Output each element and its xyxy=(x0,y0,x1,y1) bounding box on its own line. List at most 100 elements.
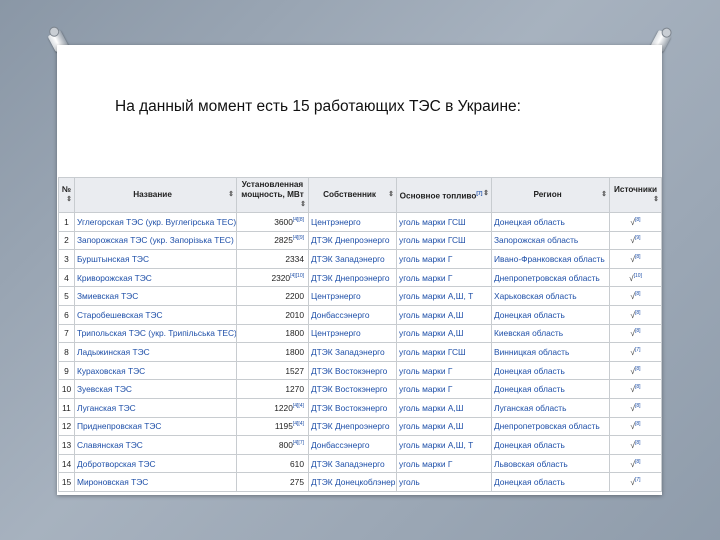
plant-name-link[interactable]: Криворожская ТЭС xyxy=(74,267,237,288)
owner-link[interactable]: ДТЭК Западэнерго xyxy=(308,249,397,269)
plant-name-link[interactable]: Добротворская ТЭС xyxy=(74,453,237,474)
reference-link[interactable]: [8] xyxy=(635,291,641,297)
reference-link[interactable]: [8] xyxy=(635,217,641,223)
region-link[interactable]: Запорожская область xyxy=(491,230,610,251)
reference-link[interactable]: [10] xyxy=(634,273,642,279)
owner-link[interactable]: Донбассэнерго xyxy=(308,435,397,455)
owner-link[interactable]: ДТЭК Донецкоблэнерго xyxy=(308,472,397,492)
table-header-row: № ⇕ Название ⇕ Установленная мощность, МВт… xyxy=(58,177,662,213)
owner-link[interactable]: ДТЭК Востокэнерго xyxy=(308,397,397,418)
region-link[interactable]: Донецкая область xyxy=(491,360,610,381)
plant-name-link[interactable]: Кураховская ТЭС xyxy=(74,360,237,381)
reference-link[interactable]: [4][4] xyxy=(293,422,304,428)
region-link[interactable]: Ивано-Франковская область xyxy=(491,249,610,269)
plant-name-link[interactable]: Мироновская ТЭС xyxy=(74,472,237,492)
reference-link[interactable]: [4][8] xyxy=(293,217,304,223)
fuel-link[interactable]: уголь марки ГСШ xyxy=(396,212,492,232)
reference-link[interactable]: [8] xyxy=(635,329,641,335)
plant-name-link[interactable]: Змиевская ТЭС xyxy=(74,286,237,306)
region-link[interactable]: Днепропетровская область xyxy=(491,267,610,288)
owner-link[interactable]: ДТЭК Западэнерго xyxy=(308,453,397,474)
column-header-number[interactable]: № ⇕ xyxy=(58,177,75,213)
fuel-link[interactable]: уголь марки А,Ш xyxy=(396,323,492,344)
region-link[interactable]: Донецкая область xyxy=(491,435,610,455)
plant-name-link[interactable]: Старобешевская ТЭС xyxy=(74,304,237,325)
plant-name-link[interactable]: Запорожская ТЭС (укр. Запорізька ТЕС) xyxy=(74,230,237,251)
table-row: 15 Мироновская ТЭС 275 ДТЭК Донецкоблэнерго… xyxy=(58,472,662,492)
fuel-link[interactable]: уголь марки А,Ш xyxy=(396,416,492,437)
plant-name-link[interactable]: Приднепровская ТЭС xyxy=(74,416,237,437)
reference-link[interactable]: [8] xyxy=(635,310,641,316)
reference-link[interactable]: [8] xyxy=(635,254,641,260)
table-row: 11 Луганская ТЭС 1220[4][4] ДТЭК Востокэнер… xyxy=(58,397,662,418)
column-header-region[interactable]: Регион ⇕ xyxy=(491,177,610,213)
reference-link[interactable]: [7] xyxy=(635,347,641,353)
fuel-link[interactable]: уголь марки Г xyxy=(396,267,492,288)
fuel-link[interactable]: уголь марки А,Ш, Т xyxy=(396,435,492,455)
column-header-name[interactable]: Название ⇕ xyxy=(74,177,237,213)
reference-link[interactable]: [8] xyxy=(635,422,641,428)
reference-link[interactable]: [8] xyxy=(635,384,641,390)
reference-link[interactable]: [8] xyxy=(635,366,641,372)
table-row: 1 Углегорская ТЭС (укр. Вуглегірська ТЕС)… xyxy=(58,212,662,232)
fuel-link[interactable]: уголь марки ГСШ xyxy=(396,230,492,251)
fuel-link[interactable]: уголь марки А,Ш xyxy=(396,397,492,418)
reference-link[interactable]: [7] xyxy=(635,477,641,483)
reference-link[interactable]: [9] xyxy=(635,236,641,242)
region-link[interactable]: Винницкая область xyxy=(491,342,610,362)
owner-link[interactable]: Центрэнерго xyxy=(308,323,397,344)
plant-name-link[interactable]: Углегорская ТЭС (укр. Вуглегірська ТЕС) xyxy=(74,212,237,232)
column-header-sources[interactable]: Источники ⇕ xyxy=(609,177,662,213)
row-number: 14 xyxy=(58,453,75,474)
capacity-cell: 2200 xyxy=(236,286,309,306)
region-link[interactable]: Донецкая область xyxy=(491,304,610,325)
owner-link[interactable]: ДТЭК Западэнерго xyxy=(308,342,397,362)
region-link[interactable]: Донецкая область xyxy=(491,212,610,232)
fuel-link[interactable]: уголь марки Г xyxy=(396,453,492,474)
owner-link[interactable]: ДТЭК Днепроэнерго xyxy=(308,230,397,251)
reference-link[interactable]: [4][9] xyxy=(293,236,304,242)
reference-link[interactable]: [4][10] xyxy=(290,273,304,279)
row-number: 15 xyxy=(58,472,75,492)
owner-link[interactable]: ДТЭК Востокэнерго xyxy=(308,360,397,381)
reference-link[interactable]: [4][7] xyxy=(293,440,304,446)
reference-link[interactable]: [8] xyxy=(635,459,641,465)
source-cell: √[8] xyxy=(609,249,662,269)
plant-name-link[interactable]: Зуевская ТЭС xyxy=(74,379,237,399)
fuel-link[interactable]: уголь марки А,Ш xyxy=(396,304,492,325)
fuel-link[interactable]: уголь марки ГСШ xyxy=(396,342,492,362)
plant-name-link[interactable]: Ладыжинская ТЭС xyxy=(74,342,237,362)
reference-link[interactable]: [8] xyxy=(635,403,641,409)
row-number: 1 xyxy=(58,212,75,232)
table-row: 3 Бурштынская ТЭС 2334 ДТЭК Западэнерго угол… xyxy=(58,249,662,269)
region-link[interactable]: Киевская область xyxy=(491,323,610,344)
region-link[interactable]: Днепропетровская область xyxy=(491,416,610,437)
reference-link[interactable]: [8] xyxy=(635,440,641,446)
capacity-cell: 275 xyxy=(236,472,309,492)
fuel-link[interactable]: уголь марки Г xyxy=(396,379,492,399)
source-cell: √[8] xyxy=(609,453,662,474)
owner-link[interactable]: ДТЭК Днепроэнерго xyxy=(308,416,397,437)
column-header-capacity[interactable]: Установленная мощность, МВт ⇕ xyxy=(236,177,309,213)
reference-link[interactable]: [4][4] xyxy=(293,403,304,409)
plant-name-link[interactable]: Бурштынская ТЭС xyxy=(74,249,237,269)
region-link[interactable]: Луганская область xyxy=(491,397,610,418)
region-link[interactable]: Донецкая область xyxy=(491,472,610,492)
region-link[interactable]: Харьковская область xyxy=(491,286,610,306)
fuel-link[interactable]: уголь марки Г xyxy=(396,249,492,269)
region-link[interactable]: Львовская область xyxy=(491,453,610,474)
owner-link[interactable]: Донбассэнерго xyxy=(308,304,397,325)
fuel-link[interactable]: уголь xyxy=(396,472,492,492)
owner-link[interactable]: ДТЭК Днепроэнерго xyxy=(308,267,397,288)
plant-name-link[interactable]: Славянская ТЭС xyxy=(74,435,237,455)
owner-link[interactable]: ДТЭК Востокэнерго xyxy=(308,379,397,399)
region-link[interactable]: Донецкая область xyxy=(491,379,610,399)
owner-link[interactable]: Центрэнерго xyxy=(308,286,397,306)
column-header-fuel[interactable]: Основное топливо[7] ⇕ xyxy=(396,177,492,213)
column-header-owner[interactable]: Собственник ⇕ xyxy=(308,177,397,213)
plant-name-link[interactable]: Трипольская ТЭС (укр. Трипільська ТЕС) xyxy=(74,323,237,344)
fuel-link[interactable]: уголь марки А,Ш, Т xyxy=(396,286,492,306)
fuel-link[interactable]: уголь марки Г xyxy=(396,360,492,381)
owner-link[interactable]: Центрэнерго xyxy=(308,212,397,232)
plant-name-link[interactable]: Луганская ТЭС xyxy=(74,397,237,418)
